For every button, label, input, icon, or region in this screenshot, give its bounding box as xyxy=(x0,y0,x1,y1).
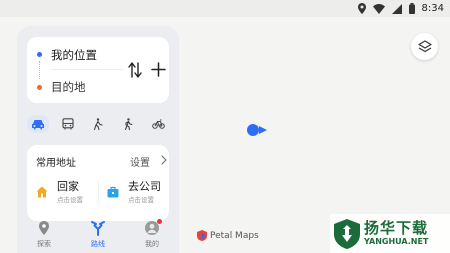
status-bar: 8:34 xyxy=(0,0,450,17)
car-icon xyxy=(32,119,44,129)
bike-walk-icon xyxy=(93,118,103,130)
nav-route-label: 路线 xyxy=(91,240,105,248)
shield-logo-icon xyxy=(334,218,360,249)
current-location-marker xyxy=(247,124,267,136)
route-card: 我的位置 目的地 xyxy=(27,37,169,103)
battery-icon xyxy=(408,3,415,14)
bus-icon xyxy=(62,118,74,130)
brand-label: Petal Maps xyxy=(210,230,259,241)
home-label: 回家 xyxy=(57,180,79,193)
nav-explore-label: 探索 xyxy=(37,240,51,248)
route-panel: 我的位置 目的地 常用地址 设置 回家 点击设置 去公司 点击设置 探索 路线 … xyxy=(17,26,179,253)
watermark-sub: YANGHUA.NET xyxy=(364,237,429,246)
wifi-icon xyxy=(372,3,385,14)
start-location-field[interactable]: 我的位置 xyxy=(51,47,97,63)
briefcase-icon xyxy=(107,186,119,198)
petal-logo-icon xyxy=(197,230,207,241)
watermark-title: 扬华下载 xyxy=(364,219,429,237)
divider xyxy=(51,69,123,70)
work-sub: 点击设置 xyxy=(128,196,154,204)
bicycle-icon xyxy=(151,119,165,129)
address-divider xyxy=(98,181,99,203)
route-icon xyxy=(91,221,105,236)
walk-icon xyxy=(124,118,133,130)
swap-icon[interactable] xyxy=(128,61,142,79)
add-stop-icon[interactable] xyxy=(151,62,166,77)
work-label: 去公司 xyxy=(128,180,161,193)
location-icon xyxy=(357,3,366,14)
watermark: 扬华下载 YANGHUA.NET xyxy=(330,214,450,253)
pin-icon xyxy=(39,221,49,235)
common-address-title: 常用地址 xyxy=(36,158,76,169)
mode-bike-walk[interactable] xyxy=(87,115,109,133)
clock: 8:34 xyxy=(421,3,444,14)
nav-profile[interactable]: 我的 xyxy=(132,219,172,249)
layers-icon xyxy=(417,39,432,52)
route-connector xyxy=(39,61,40,79)
nav-route[interactable]: 路线 xyxy=(78,220,118,249)
nav-profile-label: 我的 xyxy=(145,240,159,248)
notification-dot xyxy=(157,219,162,224)
mode-walk[interactable] xyxy=(117,115,139,133)
bottom-nav: 探索 路线 我的 xyxy=(17,218,179,253)
petal-maps-brand: Petal Maps xyxy=(197,229,259,242)
destination-dot xyxy=(37,85,42,90)
nav-explore[interactable]: 探索 xyxy=(24,220,64,249)
address-settings-link[interactable]: 设置 xyxy=(130,154,150,169)
signal-icon xyxy=(391,3,402,14)
status-icons: 8:34 xyxy=(357,2,444,15)
travel-mode-bar xyxy=(27,115,169,133)
chevron-right-icon[interactable] xyxy=(161,155,167,165)
common-address-card: 常用地址 设置 回家 点击设置 去公司 点击设置 xyxy=(27,145,169,221)
home-sub: 点击设置 xyxy=(57,196,83,204)
destination-field[interactable]: 目的地 xyxy=(51,79,86,95)
layers-button[interactable] xyxy=(411,33,438,60)
mode-car[interactable] xyxy=(27,115,49,133)
home-icon xyxy=(36,186,48,198)
profile-icon-wrap xyxy=(144,219,162,236)
mode-bus[interactable] xyxy=(57,115,79,133)
mode-bicycle[interactable] xyxy=(147,115,169,133)
start-dot xyxy=(37,52,42,57)
